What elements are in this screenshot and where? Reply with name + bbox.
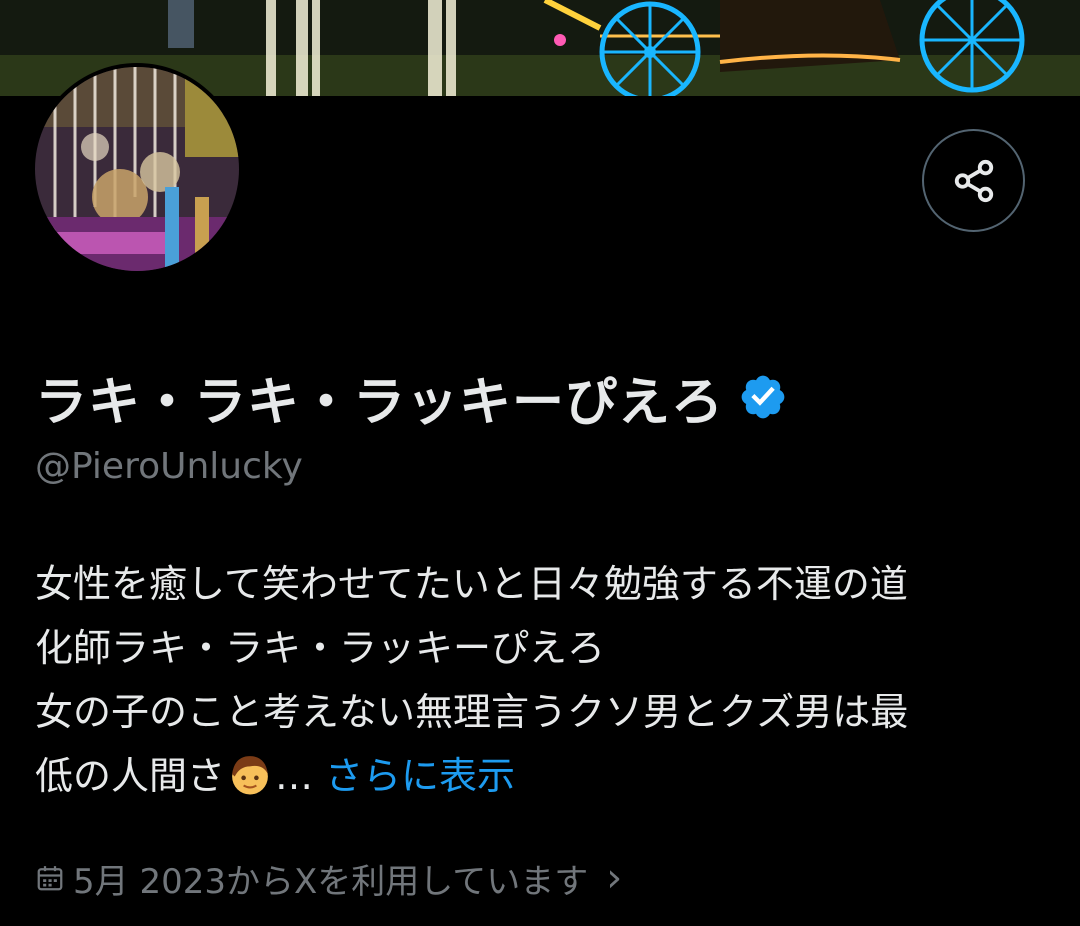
- calendar-icon: [37, 866, 63, 891]
- joined-date-text: 5月 2023からXを利用しています: [73, 861, 589, 902]
- show-more-link[interactable]: さらに表示: [325, 754, 515, 798]
- share-icon: [954, 159, 993, 202]
- profile-handle: @PieroUnlucky: [35, 446, 303, 487]
- bio-line-text: 低の人間さ: [35, 754, 226, 798]
- avatar-image: [35, 67, 239, 271]
- profile-bio: 女性を癒して笑わせてたいと日々勉強する不運の道 化師ラキ・ラキ・ラッキーぴえろ …: [35, 552, 1045, 808]
- joined-date-row[interactable]: 5月 2023からXを利用しています ›: [35, 852, 622, 904]
- bio-ellipsis: …: [275, 754, 314, 798]
- verified-badge-icon[interactable]: [738, 372, 788, 422]
- display-name: ラキ・ラキ・ラッキーぴえろ: [35, 372, 725, 433]
- bio-line: 化師ラキ・ラキ・ラッキーぴえろ: [35, 626, 606, 670]
- profile-name-row: ラキ・ラキ・ラッキーぴえろ: [35, 362, 788, 433]
- profile-avatar[interactable]: [31, 63, 243, 275]
- bio-line: 女の子のこと考えない無理言うクソ男とクズ男は最: [35, 690, 909, 734]
- share-button[interactable]: [922, 129, 1025, 232]
- boy-emoji-icon: [232, 756, 268, 795]
- bio-last-line: 低の人間さ … さらに表示: [35, 744, 1045, 808]
- chevron-right-icon: ›: [606, 855, 623, 901]
- bio-line: 女性を癒して笑わせてたいと日々勉強する不運の道: [35, 562, 908, 606]
